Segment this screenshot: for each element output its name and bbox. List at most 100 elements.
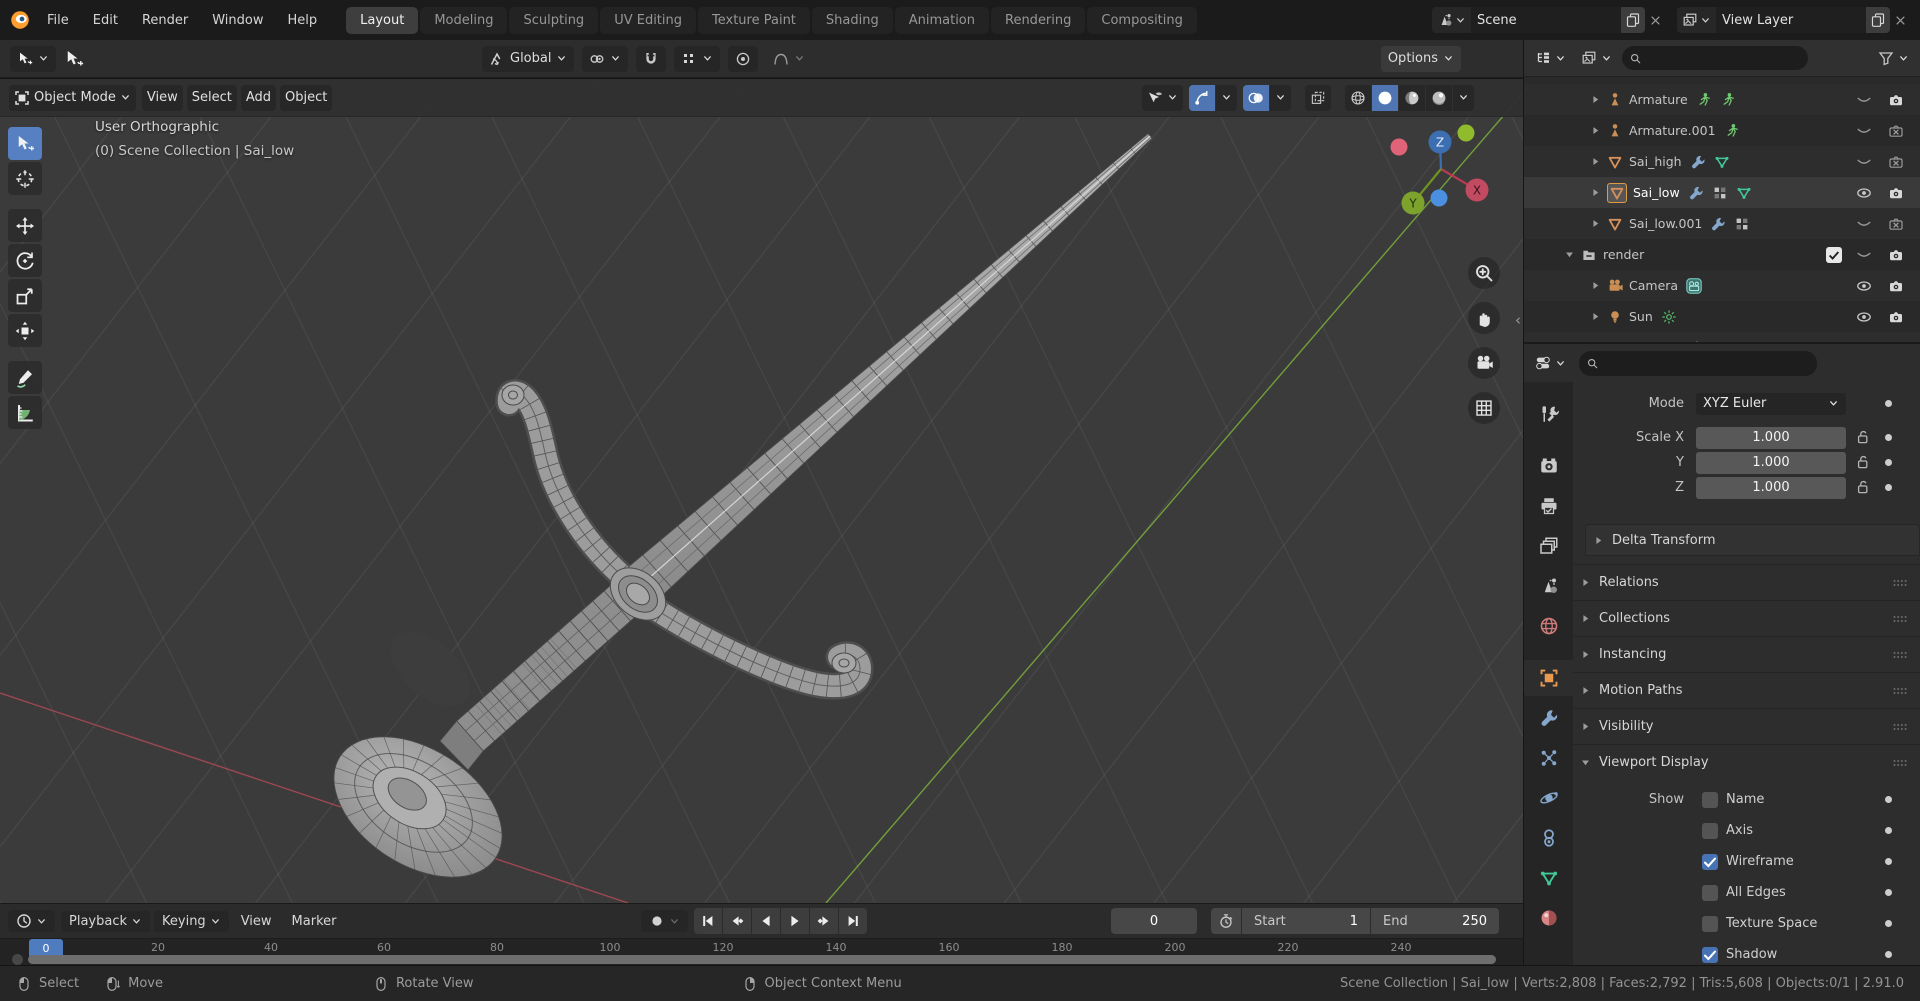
properties-tab-output[interactable] — [1524, 488, 1573, 524]
scene-copy-button[interactable] — [1621, 7, 1645, 33]
proportional-falloff-dropdown[interactable] — [766, 46, 812, 72]
decorator-dot[interactable] — [1885, 434, 1892, 441]
scene-browse-button[interactable] — [1432, 7, 1471, 33]
decorator-dot[interactable] — [1885, 951, 1892, 958]
hide-in-viewport-toggle-visible[interactable] — [1856, 278, 1872, 294]
shading-wireframe-button[interactable] — [1345, 84, 1371, 111]
decorator-dot[interactable] — [1885, 858, 1892, 865]
outliner-display-mode-button[interactable] — [1576, 45, 1617, 71]
options-button[interactable]: Options — [1380, 45, 1461, 72]
properties-tab-view-layer[interactable] — [1524, 528, 1573, 564]
scene-name-field[interactable]: Scene — [1471, 7, 1621, 33]
active-tool-dropdown[interactable] — [10, 45, 56, 72]
decorator-dot[interactable] — [1885, 796, 1892, 803]
decorator-dot[interactable] — [1885, 920, 1892, 927]
timeline-menu-view[interactable]: View — [233, 911, 280, 932]
toolbar-t-annotate[interactable] — [8, 361, 42, 394]
panel-relations[interactable]: Relations — [1573, 564, 1920, 600]
scale-value-field[interactable]: 1.000 — [1696, 426, 1846, 449]
viewport-menu-add[interactable]: Add — [240, 84, 277, 111]
properties-tab-object-data[interactable] — [1524, 860, 1573, 896]
toolbar-t-select[interactable] — [8, 127, 42, 160]
properties-tab-physics[interactable] — [1524, 780, 1573, 816]
scale-value-field[interactable]: 1.000 — [1696, 476, 1846, 499]
properties-search-input[interactable] — [1579, 350, 1817, 376]
outliner-row-render[interactable]: render — [1524, 239, 1920, 270]
show-overlays-toggle[interactable] — [1243, 84, 1269, 111]
snap-toggle[interactable] — [636, 45, 667, 72]
pan-button[interactable] — [1468, 302, 1500, 334]
snap-target-dropdown[interactable] — [674, 45, 721, 72]
panel-grip-icon[interactable] — [1892, 683, 1908, 699]
overlays-dropdown[interactable] — [1270, 84, 1291, 111]
scale-value-field[interactable]: 1.000 — [1696, 451, 1846, 474]
frame-start-field[interactable]: Start 1 — [1242, 908, 1370, 934]
decorator-dot[interactable] — [1885, 827, 1892, 834]
toolbar-t-measure[interactable] — [8, 396, 42, 429]
toolbar-t-transform[interactable] — [8, 314, 42, 347]
workspace-tab-layout[interactable]: Layout — [346, 6, 419, 34]
panel-grip-icon[interactable] — [1892, 755, 1908, 771]
checkbox-texture-space[interactable] — [1702, 915, 1718, 932]
viewport-menu-select[interactable]: Select — [186, 84, 237, 111]
toolbar-t-move[interactable] — [8, 209, 42, 242]
outliner-row-armature[interactable]: Armature — [1524, 84, 1920, 115]
properties-tab-material[interactable] — [1524, 900, 1573, 936]
region-collapse-arrow[interactable]: ‹ — [1515, 311, 1521, 329]
properties-tab-constraints[interactable] — [1524, 820, 1573, 856]
xray-toggle[interactable] — [1305, 84, 1331, 111]
timeline-scrollbar-knob[interactable] — [12, 954, 23, 965]
properties-tab-particles[interactable] — [1524, 740, 1573, 776]
mode-dropdown[interactable]: Object Mode — [9, 84, 136, 111]
play-button[interactable] — [781, 908, 809, 934]
disclosure-icon[interactable] — [1590, 125, 1601, 136]
jump-to-end-button[interactable] — [839, 908, 867, 934]
timeline-editor-type-button[interactable] — [8, 910, 55, 932]
disable-in-renders-toggle-on[interactable] — [1888, 309, 1904, 325]
zoom-button[interactable] — [1468, 257, 1500, 289]
menu-edit[interactable]: Edit — [82, 9, 129, 32]
view-layer-name-field[interactable]: View Layer — [1716, 7, 1866, 33]
hide-in-viewport-toggle-hidden[interactable] — [1856, 216, 1872, 232]
outliner-row-camera[interactable]: Camera — [1524, 270, 1920, 301]
outliner-filter-button[interactable] — [1873, 45, 1914, 71]
outliner-row-sai_low[interactable]: Sai_low — [1524, 177, 1920, 208]
lock-icon[interactable] — [1855, 429, 1871, 445]
properties-editor-type-button[interactable] — [1530, 350, 1571, 376]
disclosure-icon[interactable] — [1590, 311, 1601, 322]
tweak-tool-icon[interactable] — [64, 49, 84, 69]
navigation-gizmo[interactable]: Z X Y — [1381, 107, 1501, 231]
hide-in-viewport-toggle-visible[interactable] — [1856, 185, 1872, 201]
timeline-menu-playback[interactable]: Playback — [61, 910, 151, 932]
view-layer-browse-button[interactable] — [1677, 7, 1716, 33]
disable-in-renders-toggle-on[interactable] — [1888, 185, 1904, 201]
workspace-tab-rendering[interactable]: Rendering — [991, 6, 1086, 34]
workspace-tab-sculpting[interactable]: Sculpting — [509, 6, 599, 34]
panel-collections[interactable]: Collections — [1573, 600, 1920, 636]
menu-render[interactable]: Render — [131, 9, 199, 32]
panel-grip-icon[interactable] — [1892, 647, 1908, 663]
timeline-menu-marker[interactable]: Marker — [284, 911, 345, 932]
panel-instancing[interactable]: Instancing — [1573, 636, 1920, 672]
properties-tab-tool[interactable] — [1524, 396, 1573, 432]
workspace-tab-compositing[interactable]: Compositing — [1087, 6, 1197, 34]
disclosure-icon[interactable] — [1590, 218, 1601, 229]
panel-viewport-display[interactable]: Viewport Display — [1573, 744, 1920, 780]
viewport-3d[interactable]: Object Mode View Select Add Object User … — [0, 79, 1523, 903]
delta-transform-panel[interactable]: Delta Transform — [1585, 524, 1920, 556]
disable-in-renders-toggle-off[interactable] — [1888, 216, 1904, 232]
decorator-dot[interactable] — [1885, 484, 1892, 491]
disable-in-renders-toggle-off[interactable] — [1888, 123, 1904, 139]
gizmo-visibility-dropdown[interactable] — [1142, 84, 1183, 111]
collection-include-checkbox[interactable] — [1826, 246, 1842, 263]
panel-grip-icon[interactable] — [1892, 611, 1908, 627]
decorator-dot[interactable] — [1885, 400, 1892, 407]
outliner-row-sun-001[interactable]: Sun.001 — [1524, 332, 1920, 342]
menu-help[interactable]: Help — [277, 9, 329, 32]
properties-tab-modifiers[interactable] — [1524, 700, 1573, 736]
timeline-menu-keying[interactable]: Keying — [154, 910, 229, 932]
outliner-row-armature-001[interactable]: Armature.001 — [1524, 115, 1920, 146]
outliner-editor-type-button[interactable] — [1530, 45, 1571, 71]
use-preview-range-toggle[interactable] — [1211, 908, 1241, 934]
checkbox-wireframe[interactable] — [1702, 853, 1718, 870]
